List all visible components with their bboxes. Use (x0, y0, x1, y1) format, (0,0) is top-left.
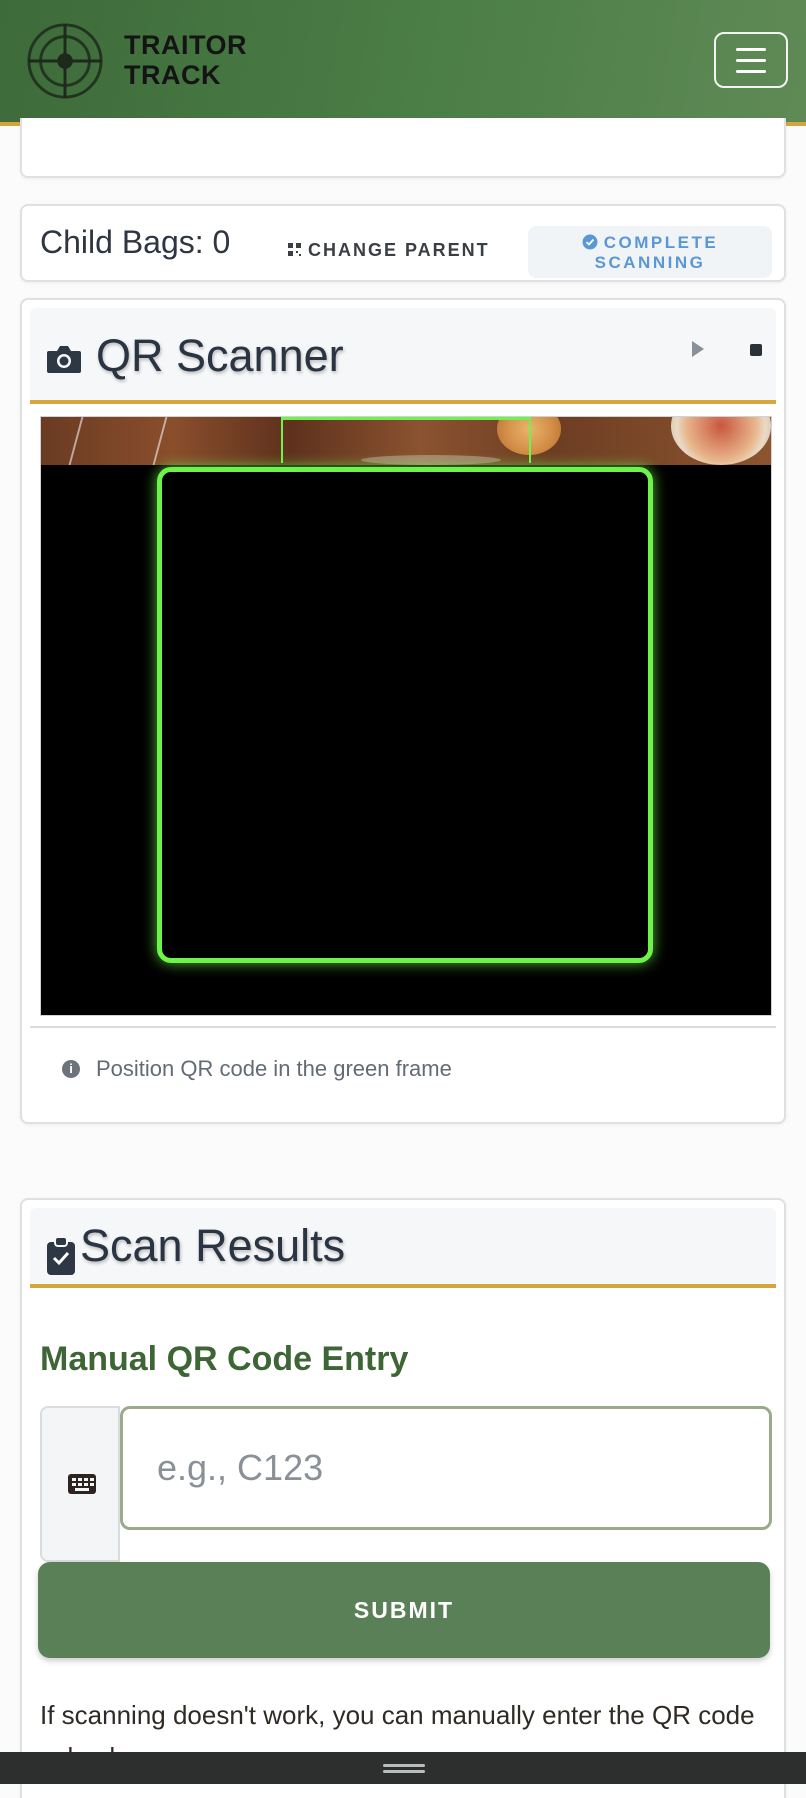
complete-scanning-button[interactable]: COMPLETE SCANNING (528, 226, 772, 278)
child-bags-count: Child Bags: 0 (40, 224, 231, 260)
change-parent-button[interactable]: CHANGE PARENT (288, 240, 490, 261)
qr-code-icon (288, 243, 301, 256)
scan-guide-line (281, 417, 531, 420)
home-handle-icon[interactable] (383, 1770, 425, 1773)
scanner-divider (30, 1026, 776, 1028)
keyboard-icon (68, 1474, 96, 1494)
home-handle-icon[interactable] (383, 1764, 425, 1767)
scan-guide-line (281, 417, 283, 463)
scan-results-card: Scan Results Manual QR Code Entry SUBMIT… (20, 1198, 786, 1798)
scanner-header: QR Scanner (30, 308, 776, 404)
scanner-title: QR Scanner (96, 330, 344, 381)
hamburger-menu-icon (736, 59, 766, 62)
qr-scanner-card: QR Scanner i Position QR code in the gre… (20, 298, 786, 1124)
clipboard-check-icon (47, 1236, 75, 1275)
menu-toggle-button[interactable] (714, 32, 788, 88)
system-home-bar (0, 1752, 806, 1784)
camera-icon (47, 346, 81, 373)
stop-icon[interactable] (750, 344, 762, 356)
qr-code-input[interactable] (120, 1406, 772, 1530)
info-icon: i (62, 1060, 80, 1078)
change-parent-label: CHANGE PARENT (308, 240, 490, 260)
crosshair-logo-icon[interactable] (26, 22, 104, 100)
submit-button[interactable]: SUBMIT (38, 1562, 770, 1658)
brand-name[interactable]: TRAITOR TRACK (124, 30, 247, 90)
manual-entry-title: Manual QR Code Entry (40, 1340, 409, 1378)
app-header: TRAITOR TRACK (0, 0, 806, 126)
camera-viewport[interactable] (40, 416, 772, 1016)
qr-target-frame (157, 467, 653, 963)
hamburger-menu-icon (736, 48, 766, 51)
results-title: Scan Results (80, 1220, 346, 1271)
complete-label-line-1: COMPLETE (603, 233, 719, 252)
child-bags-card: Child Bags: 0 CHANGE PARENT COMPLETE SCA… (20, 204, 786, 282)
previous-card (20, 118, 786, 178)
complete-label-line-2: SCANNING (594, 253, 706, 272)
scan-guide-line (529, 417, 531, 463)
check-circle-icon (582, 234, 598, 250)
results-header: Scan Results (30, 1208, 776, 1288)
brand-line-1: TRAITOR (124, 30, 247, 60)
brand-line-2: TRACK (124, 60, 221, 90)
camera-feed-image (41, 417, 771, 465)
hamburger-menu-icon (736, 70, 766, 73)
scanner-hint: Position QR code in the green frame (96, 1056, 452, 1081)
play-icon[interactable] (690, 340, 706, 358)
keyboard-addon (40, 1406, 120, 1562)
